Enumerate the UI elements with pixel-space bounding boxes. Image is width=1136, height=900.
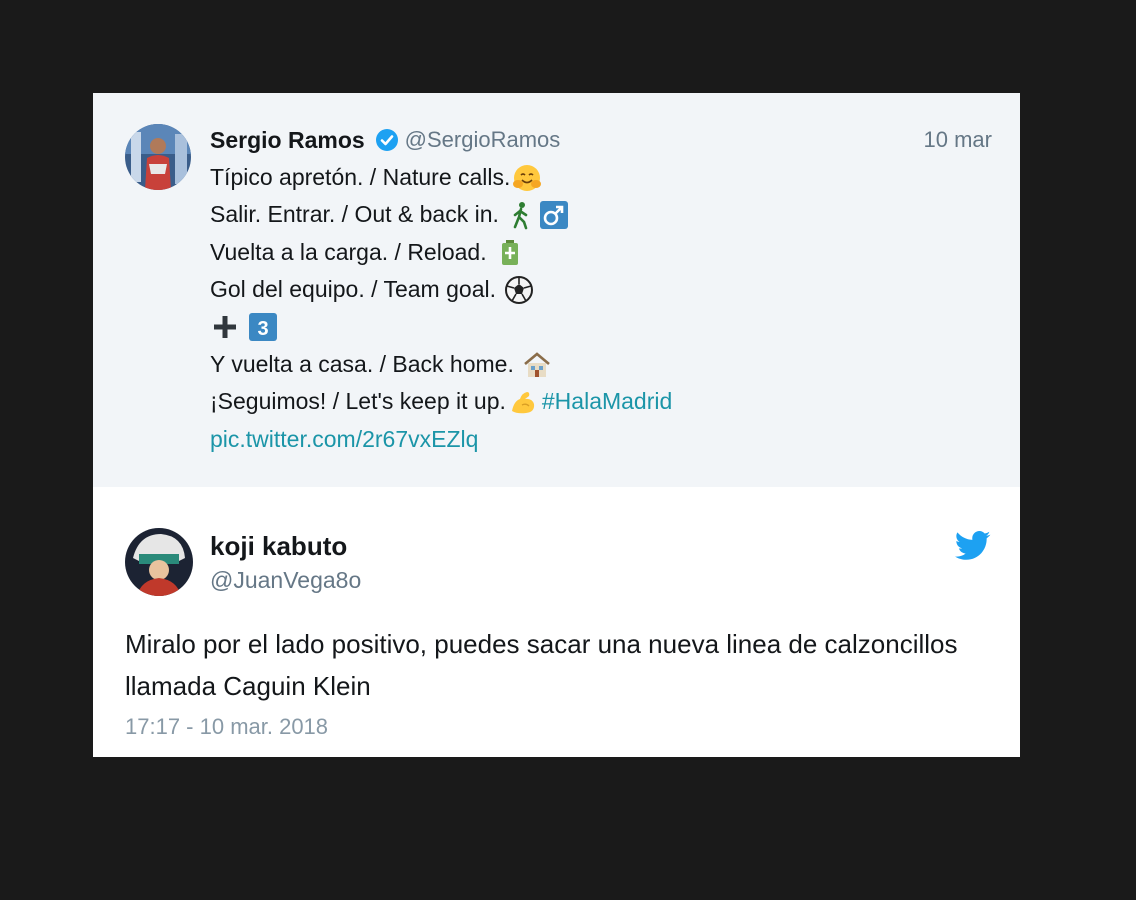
hashtag-link[interactable]: #HalaMadrid [542,383,672,420]
male-sign-icon [539,200,569,230]
tweet-line-text: Y vuelta a casa. / Back home. [210,350,514,377]
tweet-line-text: Salir. Entrar. / Out & back in. [210,201,499,228]
tweet-line: Y vuelta a casa. / Back home. [210,346,990,383]
tweet-line: Salir. Entrar. / Out & back in. [210,196,990,233]
house-icon [522,350,552,380]
quoted-tweet-text: Típico apretón. / Nature calls. Salir. E… [210,159,990,458]
tweet-card: Sergio Ramos @SergioRamos 10 mar Típico … [93,93,1020,757]
tweet-date[interactable]: 10 mar [924,127,992,153]
soccer-ball-icon [504,275,534,305]
tweet-line: ¡Seguimos! / Let's keep it up. #HalaMadr… [210,383,990,420]
walking-man-icon [507,200,537,230]
svg-text:3: 3 [257,318,268,340]
author-name[interactable]: Sergio Ramos [210,127,365,154]
tweet-line-text: Típico apretón. / Nature calls. [210,164,511,190]
tweet-line-text: ¡Seguimos! / Let's keep it up. [210,388,506,415]
reply-timestamp[interactable]: 17:17 - 10 mar. 2018 [125,714,328,740]
battery-icon [495,237,525,267]
flexed-biceps-icon [508,387,538,417]
pic-link[interactable]: pic.twitter.com/2r67vxEZlq [210,421,478,458]
sergio-ramos-avatar[interactable] [125,124,191,190]
verified-badge-icon [375,128,399,152]
tweet-line: pic.twitter.com/2r67vxEZlq [210,421,990,458]
tweet-line-text: Gol del equipo. / Team goal. [210,276,496,303]
reply-author-handle[interactable]: @JuanVega8o [210,567,361,594]
tweet-line: Gol del equipo. / Team goal. [210,271,990,308]
koji-kabuto-avatar[interactable] [125,528,193,596]
keycap-3-icon: 3 [248,312,278,342]
twitter-bird-icon[interactable] [955,531,991,561]
reply-author-name[interactable]: koji kabuto [210,531,347,562]
plus-icon [210,312,240,342]
quoted-tweet-header: Sergio Ramos @SergioRamos [210,125,560,155]
hugging-face-icon [512,163,542,193]
quoted-tweet[interactable]: Sergio Ramos @SergioRamos 10 mar Típico … [93,93,1020,487]
tweet-line: Típico apretón. / Nature calls. [210,159,990,196]
tweet-line-text: Vuelta a la carga. / Reload. [210,238,487,265]
reply-text: Miralo por el lado positivo, puedes saca… [125,629,958,701]
tweet-line: 3 [210,309,990,346]
tweet-line: Vuelta a la carga. / Reload. [210,234,990,271]
author-handle[interactable]: @SergioRamos [405,127,561,153]
